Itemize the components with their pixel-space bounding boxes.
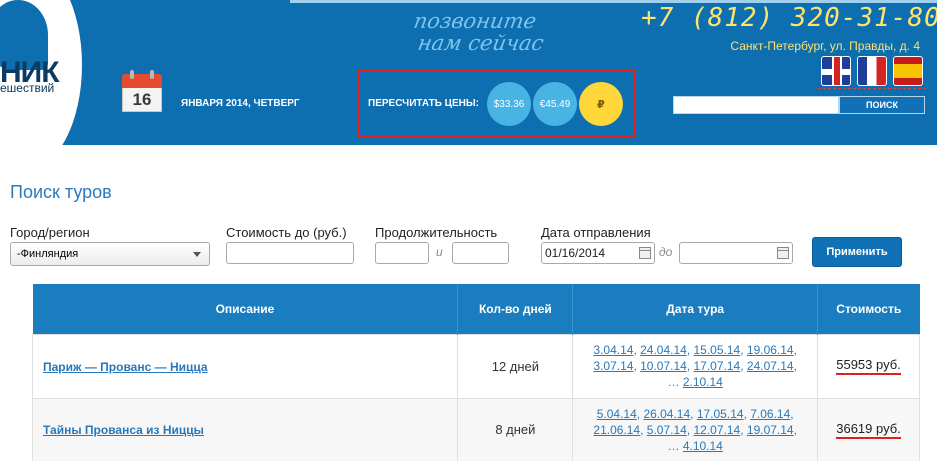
currency-rub-button[interactable]: ₽ (579, 82, 623, 126)
site-logo[interactable]: НИК ешествий (0, 0, 82, 145)
call-slogan: позвоните нам сейчас (408, 9, 576, 55)
table-header-row: Описание Кол-во дней Дата тура Стоимость (32, 284, 920, 334)
currency-usd-button[interactable]: $33.36 (487, 82, 531, 126)
tour-date-link[interactable]: 5.07.14 (647, 423, 687, 437)
cell-description: Тайны Прованса из Ниццы (31, 397, 459, 461)
apply-button[interactable]: Применить (812, 237, 902, 267)
date-to-input[interactable] (679, 242, 793, 264)
tour-date-link[interactable]: 4.10.14 (683, 439, 723, 453)
flag-uk-icon[interactable] (821, 56, 851, 86)
flags-divider (818, 88, 926, 89)
tour-date-link[interactable]: 3.04.14 (593, 343, 633, 357)
slogan-line-2: нам сейчас (415, 31, 546, 55)
cell-price: 55953 руб. (817, 333, 920, 399)
calendar-icon: 16 (122, 70, 162, 112)
cell-description: Париж — Прованс — Ницца (31, 333, 459, 399)
tour-price: 55953 руб. (836, 357, 901, 375)
language-flags (821, 56, 925, 88)
column-header-days: Кол-во дней (457, 284, 574, 334)
tour-date-link[interactable]: 24.07.14 (747, 359, 794, 373)
tour-date-link[interactable]: 21.06.14 (593, 423, 640, 437)
calendar-ring (150, 70, 154, 79)
currency-switcher: ПЕРЕСЧИТАТЬ ЦЕНЫ: $33.36 €45.49 ₽ (357, 70, 635, 138)
page-title: Поиск туров (10, 182, 112, 202)
price-input[interactable] (226, 242, 354, 264)
tour-date-link[interactable]: 24.04.14 (640, 343, 687, 357)
chevron-down-icon (193, 252, 201, 257)
slogan-line-1: позвоните (411, 9, 539, 33)
duration-label: Продолжительность (375, 225, 498, 240)
currency-label: ПЕРЕСЧИТАТЬ ЦЕНЫ: (368, 98, 479, 109)
tour-date-link[interactable]: 3.07.14 (593, 359, 633, 373)
tour-title-link[interactable]: Тайны Прованса из Ниццы (43, 423, 204, 437)
tours-table: Описание Кол-во дней Дата тура Стоимость… (31, 284, 920, 461)
site-header: НИК ешествий позвоните нам сейчас +7 (81… (0, 0, 937, 145)
column-header-price: Стоимость (817, 284, 920, 334)
duration-from-input[interactable] (375, 242, 429, 264)
tour-date-link[interactable]: 7.06.14 (750, 407, 790, 421)
cell-days: 12 дней (457, 333, 574, 399)
logo-subtitle: ешествий (0, 81, 55, 95)
cell-dates: 3.04.14, 24.04.14, 15.05.14, 19.06.14, 3… (572, 333, 819, 399)
date-separator: до (659, 245, 673, 259)
tour-date-link[interactable]: 17.05.14 (697, 407, 744, 421)
phone-number[interactable]: +7 (812) 320-31-80 (641, 3, 937, 33)
cell-price: 36619 руб. (817, 397, 920, 461)
tour-date-link[interactable]: 19.06.14 (747, 343, 794, 357)
region-select-value: -Финляндия (17, 248, 79, 260)
tour-date-link[interactable]: 17.07.14 (694, 359, 741, 373)
date-list: 3.04.14, 24.04.14, 15.05.14, 19.06.14, 3… (593, 343, 797, 389)
table-row: Париж — Прованс — Ницца 12 дней 3.04.14,… (31, 333, 920, 399)
address: Санкт-Петербург, ул. Правды, д. 4 (730, 39, 920, 53)
date-list: 5.04.14, 26.04.14, 17.05.14, 7.06.14, 21… (593, 406, 797, 453)
flag-france-icon[interactable] (857, 56, 887, 86)
tour-date-link[interactable]: 12.07.14 (694, 423, 741, 437)
date-from-input[interactable]: 01/16/2014 (541, 242, 655, 264)
column-header-description: Описание (32, 284, 459, 334)
current-date: ЯНВАРЯ 2014, ЧЕТВЕРГ (181, 98, 300, 109)
site-search-button[interactable]: ПОИСК (839, 96, 925, 114)
calendar-picker-icon[interactable] (639, 247, 651, 259)
calendar-top (122, 74, 162, 88)
cell-dates: 5.04.14, 26.04.14, 17.05.14, 7.06.14, 21… (572, 397, 819, 461)
flag-spain-icon[interactable] (893, 56, 923, 86)
column-header-dates: Дата тура (572, 284, 819, 334)
tour-title-link[interactable]: Париж — Прованс — Ницца (43, 360, 208, 374)
region-select[interactable]: -Финляндия (10, 242, 210, 266)
tour-date-link[interactable]: 19.07.14 (747, 423, 794, 437)
tour-date-link[interactable]: 26.04.14 (643, 407, 690, 421)
site-search-input[interactable] (673, 96, 839, 114)
currency-eur-button[interactable]: €45.49 (533, 82, 577, 126)
duration-to-input[interactable] (452, 242, 509, 264)
tour-date-link[interactable]: 2.10.14 (683, 375, 723, 389)
tour-date-link[interactable]: 5.04.14 (597, 407, 637, 421)
date-from-value: 01/16/2014 (545, 246, 606, 260)
cell-days: 8 дней (457, 397, 574, 461)
tour-date-link[interactable]: 10.07.14 (640, 359, 687, 373)
calendar-day: 16 (122, 88, 162, 112)
price-label: Стоимость до (руб.) (226, 225, 347, 240)
tour-price: 36619 руб. (836, 421, 901, 439)
tour-date-link[interactable]: 15.05.14 (694, 343, 741, 357)
calendar-picker-icon[interactable] (777, 247, 789, 259)
region-label: Город/регион (10, 225, 90, 240)
departure-label: Дата отправления (541, 225, 651, 240)
table-row: Тайны Прованса из Ниццы 8 дней 5.04.14, … (31, 397, 920, 461)
duration-separator: и (436, 245, 443, 259)
calendar-ring (130, 70, 134, 79)
